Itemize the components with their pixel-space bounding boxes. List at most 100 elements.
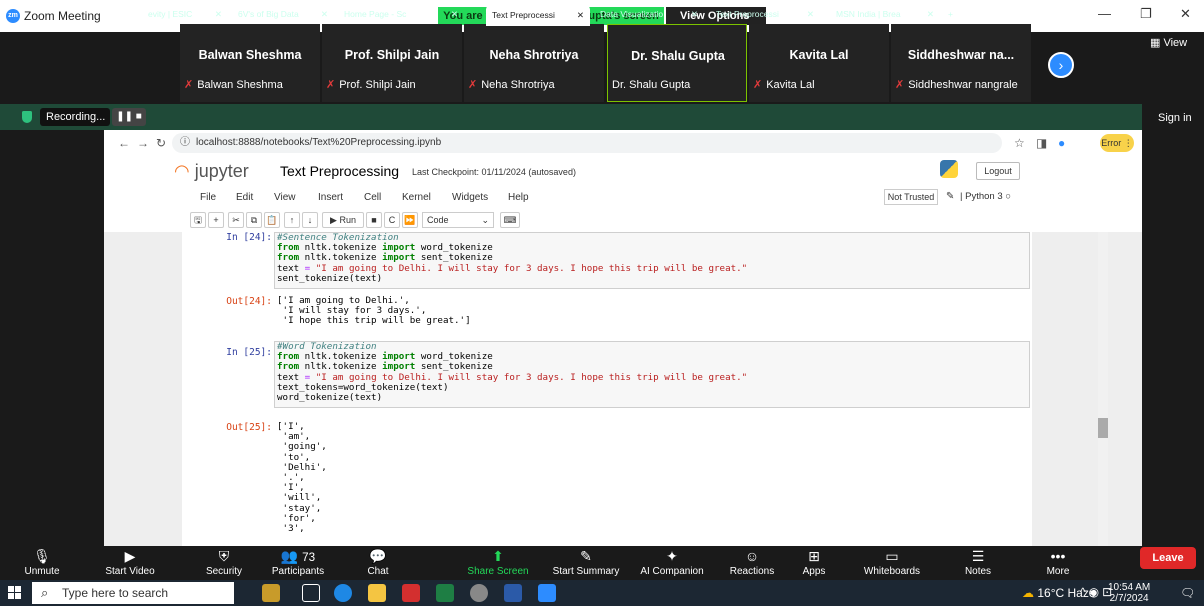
logout-button[interactable]: Logout — [976, 162, 1020, 180]
paste-icon[interactable]: 📋 — [264, 212, 280, 228]
edge-icon[interactable] — [334, 584, 352, 602]
in-prompt: In [25]: — [226, 347, 272, 358]
restore-icon[interactable]: ❐ — [1140, 6, 1152, 22]
menu-item[interactable]: Help — [508, 192, 529, 203]
tab-close-icon[interactable]: ✕ — [215, 5, 222, 23]
participants-button[interactable]: 👥 73 Participants — [258, 546, 338, 580]
recording-indicator[interactable]: Recording... — [40, 108, 110, 126]
code-text[interactable]: #Sentence Tokenization from nltk.tokeniz… — [277, 232, 747, 284]
share-screen-button[interactable]: ⬆ Share Screen — [458, 546, 538, 580]
pause-recording-icon[interactable]: ❚❚ ■ — [112, 108, 146, 126]
browser-tab[interactable]: Text Preprocessi ✕ — [716, 5, 820, 23]
run-button[interactable]: ▶ Run — [322, 212, 364, 228]
browser-tab[interactable]: 6V's of Big Data ✕ — [238, 5, 334, 23]
participant-tile[interactable]: Kavita Lal ✗ Kavita Lal — [749, 24, 889, 102]
apps-button[interactable]: ⊞ Apps — [774, 546, 854, 580]
tab-close-icon[interactable]: ✕ — [927, 5, 934, 23]
tab-close-icon[interactable]: ✕ — [451, 5, 458, 23]
restart-icon[interactable]: C — [384, 212, 400, 228]
leave-button[interactable]: Leave — [1140, 547, 1196, 569]
security-button[interactable]: ⛨ Security — [184, 546, 264, 580]
more-button[interactable]: ••• More — [1018, 546, 1098, 580]
browser-tab[interactable]: Data Visualizatio ✕ — [600, 5, 704, 23]
browser-tab[interactable]: evity | ESIC ✕ — [148, 5, 228, 23]
menu-item[interactable]: View — [274, 192, 296, 203]
participant-tile[interactable]: Neha Shrotriya ✗ Neha Shrotriya — [464, 24, 604, 102]
tab-close-icon[interactable]: ✕ — [321, 5, 328, 23]
tab-close-icon[interactable]: ✕ — [807, 5, 814, 23]
menu-item[interactable]: Cell — [364, 192, 381, 203]
move-up-icon[interactable]: ↑ — [284, 212, 300, 228]
folder-app-icon[interactable] — [262, 584, 280, 602]
sidepanel-icon[interactable]: ◨ — [1036, 136, 1047, 150]
error-chip[interactable]: Error ⋮ — [1100, 134, 1134, 152]
sign-in-button[interactable]: Sign in — [1158, 112, 1192, 124]
restart-run-all-icon[interactable]: ⏩ — [402, 212, 418, 228]
zoom-taskbar-icon[interactable] — [538, 584, 556, 602]
move-down-icon[interactable]: ↓ — [302, 212, 318, 228]
keyboard-icon[interactable]: ⌨ — [500, 212, 520, 228]
tab-label: Text Preprocessi — [492, 10, 555, 20]
taskbar-search[interactable]: ⌕ Type here to search — [32, 582, 234, 604]
reload-icon[interactable]: ↻ — [156, 136, 166, 150]
word-icon[interactable] — [504, 584, 522, 602]
cell-type-select[interactable]: Code ⌄ — [422, 212, 494, 228]
more-icon: ••• — [1050, 548, 1066, 564]
browser-tab[interactable]: Home Page - Sc ✕ — [344, 5, 464, 23]
bookmark-star-icon[interactable]: ☆ — [1014, 136, 1025, 150]
menu-item[interactable]: Insert — [318, 192, 343, 203]
participant-label-text: Balwan Sheshma — [197, 79, 283, 91]
windows-taskbar: ⌕ Type here to search ☁ 16°C Haze ^◉⊡ 10:… — [0, 580, 1204, 606]
unmute-button[interactable]: 🎙 Unmute — [2, 546, 82, 580]
new-tab-icon[interactable]: + — [948, 5, 962, 23]
notes-button[interactable]: ☰ Notes — [938, 546, 1018, 580]
forward-icon[interactable]: → — [137, 136, 149, 150]
tab-close-icon[interactable]: ✕ — [691, 5, 698, 23]
clock[interactable]: 10:54 AM 2/7/2024 — [1108, 582, 1150, 604]
task-view-icon[interactable] — [302, 584, 320, 602]
whiteboards-button[interactable]: ▭ Whiteboards — [852, 546, 932, 580]
profile-icon[interactable]: ● — [1058, 136, 1065, 150]
scrollbar[interactable] — [1098, 232, 1108, 546]
view-button[interactable]: ▦ View — [1150, 36, 1187, 49]
out-prompt: Out[25]: — [226, 422, 272, 433]
jupyter-logo[interactable]: ◠ jupyter — [174, 161, 249, 182]
not-trusted-badge[interactable]: Not Trusted — [884, 189, 938, 205]
back-icon[interactable]: ← — [118, 136, 130, 150]
excel-icon[interactable] — [436, 584, 454, 602]
pdf-app-icon[interactable] — [402, 584, 420, 602]
participant-tile[interactable]: Balwan Sheshma ✗ Balwan Sheshma — [180, 24, 320, 102]
close-icon[interactable]: ✕ — [1180, 6, 1191, 22]
menu-item[interactable]: Kernel — [402, 192, 431, 203]
save-icon[interactable]: 🖫 — [190, 212, 206, 228]
tab-close-icon[interactable]: ✕ — [577, 4, 584, 26]
menu-item[interactable]: File — [200, 192, 216, 203]
start-summary-button[interactable]: ✎ Start Summary — [546, 546, 626, 580]
next-page-icon[interactable]: › — [1048, 52, 1074, 78]
chat-button[interactable]: 💬 Chat — [338, 546, 418, 580]
participant-tile[interactable]: Siddheshwar na... ✗ Siddheshwar nangrale — [891, 24, 1031, 102]
participant-tile[interactable]: Dr. Shalu Gupta Dr. Shalu Gupta — [607, 24, 747, 102]
copy-icon[interactable]: ⧉ — [246, 212, 262, 228]
view-label: View — [1163, 37, 1188, 49]
scrollbar-thumb[interactable] — [1098, 418, 1108, 438]
start-video-button[interactable]: ▶ Start Video — [90, 546, 170, 580]
windows-start-icon[interactable] — [8, 586, 22, 600]
code-text[interactable]: #Word Tokenization from nltk.tokenize im… — [277, 341, 747, 403]
stop-icon[interactable]: ■ — [366, 212, 382, 228]
notification-icon[interactable]: 🗨 — [1180, 586, 1195, 600]
browser-tab[interactable]: MSN India | Brea ✕ — [836, 5, 940, 23]
menu-item[interactable]: Edit — [236, 192, 253, 203]
insert-cell-icon[interactable]: + — [208, 212, 224, 228]
cut-icon[interactable]: ✂ — [228, 212, 244, 228]
url-input[interactable]: ⓘ localhost:8888/notebooks/Text%20Preproc… — [172, 133, 1002, 153]
file-explorer-icon[interactable] — [368, 584, 386, 602]
notebook-title[interactable]: Text Preprocessing — [280, 163, 399, 179]
minimize-icon[interactable]: — — [1098, 6, 1111, 21]
browser-tab[interactable]: Text Preprocessi ✕ — [486, 4, 590, 26]
edit-pencil-icon[interactable]: ✎ — [946, 191, 954, 202]
chrome-icon[interactable] — [470, 584, 488, 602]
menu-item[interactable]: Widgets — [452, 192, 488, 203]
ai-companion-button[interactable]: ✦ AI Companion — [632, 546, 712, 580]
participant-tile[interactable]: Prof. Shilpi Jain ✗ Prof. Shilpi Jain — [322, 24, 462, 102]
